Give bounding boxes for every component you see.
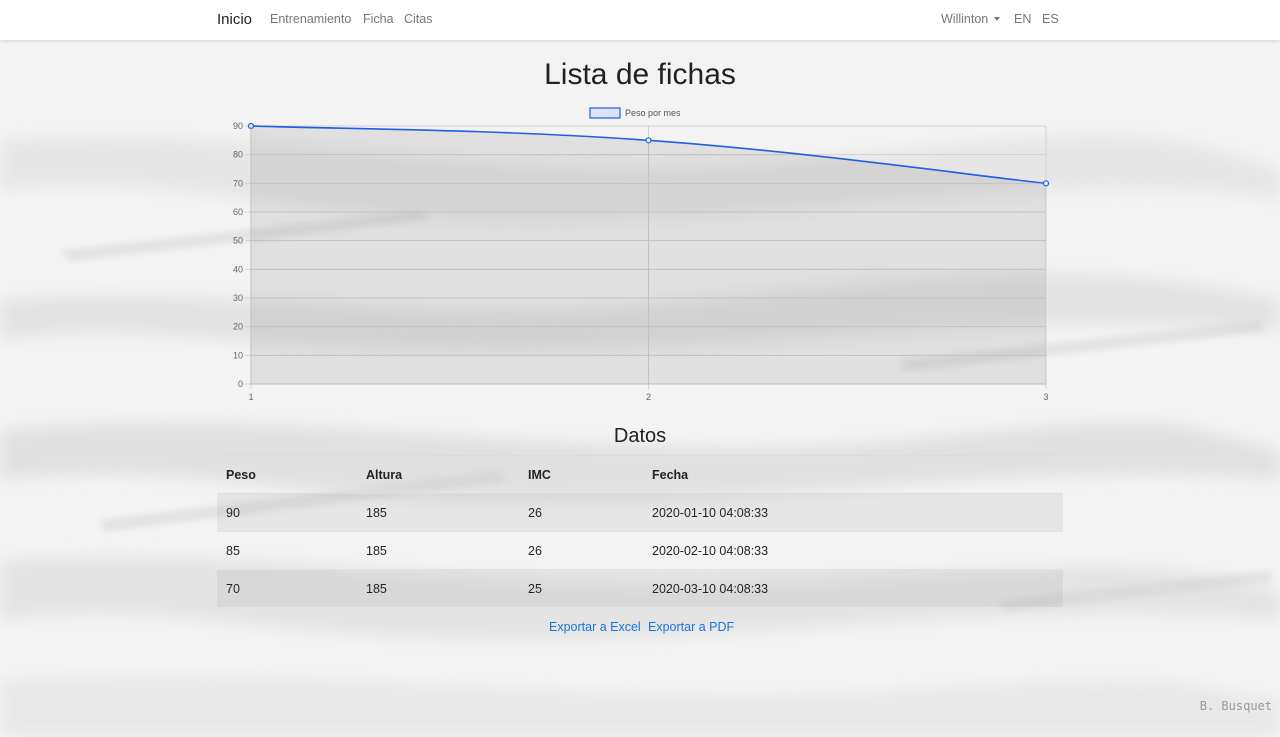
column-header-altura: Altura (357, 455, 519, 494)
table-row: 85 185 26 2020-02-10 04:08:33 (217, 531, 1063, 570)
nav-link-citas[interactable]: Citas (404, 12, 432, 26)
legend-label: Peso por mes (625, 108, 681, 118)
cell-altura: 185 (357, 493, 519, 532)
nav-link-entrenamiento[interactable]: Entrenamiento (270, 12, 351, 26)
x-tick-label: 1 (248, 392, 253, 402)
data-point (645, 137, 652, 144)
main-content: Lista de fichas 0 10 20 30 40 50 60 70 80 90 1 2 3 Pe… (0, 0, 1280, 737)
column-header-imc: IMC (519, 455, 643, 494)
chevron-down-icon (994, 16, 1001, 21)
y-tick-label: 30 (233, 293, 243, 303)
y-tick-label: 80 (233, 150, 243, 160)
brand-home-link[interactable]: Inicio (217, 11, 252, 28)
y-tick-label: 50 (233, 236, 243, 246)
table-header-row: Peso Altura IMC Fecha (217, 455, 1063, 494)
table-row: 70 185 25 2020-03-10 04:08:33 (217, 569, 1063, 607)
y-tick-label: 40 (233, 264, 243, 274)
cell-fecha: 2020-02-10 04:08:33 (643, 531, 1063, 570)
watermark: B. Busquet (1199, 699, 1272, 713)
legend-swatch (589, 107, 621, 119)
cell-fecha: 2020-01-10 04:08:33 (643, 493, 1063, 532)
cell-peso: 70 (217, 569, 357, 607)
export-excel-link[interactable]: Exportar a Excel (549, 620, 641, 634)
cell-fecha: 2020-03-10 04:08:33 (643, 569, 1063, 607)
top-navbar: Inicio Entrenamiento Ficha Citas Willint… (0, 0, 1280, 40)
export-pdf-link[interactable]: Exportar a PDF (648, 620, 734, 634)
column-header-fecha: Fecha (643, 455, 1063, 494)
series-area (251, 126, 1046, 384)
data-table: Peso Altura IMC Fecha 90 185 26 2020-01-… (217, 455, 1063, 607)
y-tick-label: 10 (233, 350, 243, 360)
cell-altura: 185 (357, 569, 519, 607)
section-title: Datos (613, 425, 667, 447)
user-dropdown[interactable]: Willinton (941, 12, 1001, 26)
y-tick-label: 0 (238, 379, 243, 389)
cell-imc: 26 (519, 493, 643, 532)
cell-altura: 185 (357, 531, 519, 570)
column-header-peso: Peso (217, 455, 357, 494)
y-tick-label: 60 (233, 207, 243, 217)
y-tick-label: 70 (233, 178, 243, 188)
weight-line-chart: 0 10 20 30 40 50 60 70 80 90 1 2 3 Peso por mes (233, 107, 1050, 402)
nav-link-ficha[interactable]: Ficha (363, 12, 394, 26)
cell-peso: 85 (217, 531, 357, 570)
user-name: Willinton (941, 12, 989, 26)
x-tick-label: 2 (646, 392, 651, 402)
y-tick-label: 90 (233, 121, 243, 131)
data-point (1042, 180, 1050, 187)
cell-peso: 90 (217, 493, 357, 532)
y-tick-label: 20 (233, 322, 243, 332)
lang-en-link[interactable]: EN (1014, 12, 1031, 26)
lang-es-link[interactable]: ES (1042, 12, 1059, 26)
x-tick-label: 3 (1043, 392, 1048, 402)
cell-imc: 25 (519, 569, 643, 607)
table-row: 90 185 26 2020-01-10 04:08:33 (217, 493, 1063, 532)
cell-imc: 26 (519, 531, 643, 570)
